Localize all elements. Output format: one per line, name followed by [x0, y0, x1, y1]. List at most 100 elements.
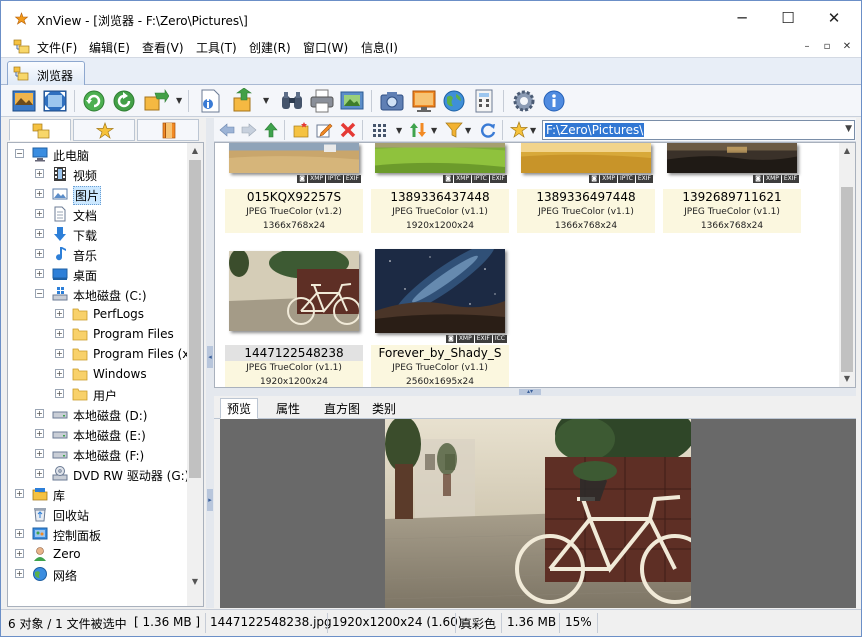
- expand-icon[interactable]: +: [35, 429, 44, 438]
- move-dropdown-icon[interactable]: ▼: [176, 97, 184, 105]
- print-icon[interactable]: [309, 88, 335, 114]
- tab-folders[interactable]: [9, 119, 71, 141]
- tree-item[interactable]: + Windows: [8, 364, 189, 384]
- tree-item[interactable]: + 图片: [8, 184, 189, 205]
- mdi-restore-button[interactable]: ▫: [820, 40, 834, 53]
- minimize-button[interactable]: ─: [719, 1, 765, 35]
- slideshow-icon[interactable]: [339, 88, 365, 114]
- tab-browser[interactable]: 浏览器: [7, 61, 85, 86]
- expand-icon[interactable]: +: [55, 349, 64, 358]
- expand-icon[interactable]: +: [35, 249, 44, 258]
- thumbnail-item[interactable]: ◙ XMP IPTC EXIF 015KQX92257S JPEG TrueColor (…: [225, 143, 363, 235]
- tree-item[interactable]: + DVD RW 驱动器 (G:): [8, 464, 189, 484]
- maximize-button[interactable]: ☐: [765, 1, 811, 35]
- tree-scrollbar[interactable]: ▲ ▼: [187, 143, 203, 606]
- tree-item[interactable]: + 视频: [8, 164, 189, 184]
- settings-icon[interactable]: [511, 88, 537, 114]
- expand-icon[interactable]: +: [15, 549, 24, 558]
- menu-edit[interactable]: 编辑(E): [89, 39, 130, 56]
- filter-dropdown-icon[interactable]: ▼: [465, 126, 471, 135]
- tree-item[interactable]: + 库: [8, 484, 189, 504]
- thumbnail-item[interactable]: ◙ XMP IPTC EXIF 1389336497448 JPEG TrueColor …: [517, 143, 655, 235]
- thumbnail-scrollbar[interactable]: ▲ ▼: [839, 143, 855, 387]
- filter-icon[interactable]: [445, 121, 463, 139]
- tree-item[interactable]: + 本地磁盘 (F:): [8, 444, 189, 464]
- expand-icon[interactable]: +: [35, 469, 44, 478]
- collapse-icon[interactable]: −: [35, 289, 44, 298]
- favorite-star-icon[interactable]: [510, 121, 528, 139]
- splitter-grip-icon[interactable]: ▴▾: [519, 389, 541, 395]
- tree-item[interactable]: + 桌面: [8, 264, 189, 284]
- info-icon[interactable]: [541, 88, 567, 114]
- expand-icon[interactable]: +: [35, 209, 44, 218]
- tree-item[interactable]: + 下载: [8, 224, 189, 244]
- tree-item[interactable]: + 本地磁盘 (E:): [8, 424, 189, 444]
- tree-scroll-thumb[interactable]: [189, 160, 201, 478]
- tree-item[interactable]: + 音乐: [8, 244, 189, 264]
- expand-icon[interactable]: +: [35, 229, 44, 238]
- thumbnail-item[interactable]: ◙ XMP EXIF ICC Forever_by_Shady_S JPEG TrueCo…: [371, 249, 509, 387]
- thumbnail-item[interactable]: 1447122548238 JPEG TrueColor (v1.1) 1920x1…: [225, 249, 363, 387]
- web-icon[interactable]: [441, 88, 467, 114]
- address-dropdown-icon[interactable]: ▼: [845, 124, 852, 134]
- tab-preview[interactable]: 预览: [220, 398, 259, 419]
- expand-icon[interactable]: +: [55, 369, 64, 378]
- tree-item[interactable]: 回收站: [8, 504, 189, 524]
- move-icon[interactable]: [143, 88, 169, 114]
- menu-window[interactable]: 窗口(W): [303, 39, 348, 56]
- tab-categories[interactable]: [137, 119, 199, 141]
- thumbnail-item[interactable]: ◙ XMP EXIF 1392689711621 JPEG TrueColor (v1.…: [663, 143, 801, 235]
- calculator-icon[interactable]: [471, 88, 497, 114]
- mdi-close-button[interactable]: ✕: [840, 40, 854, 53]
- address-bar[interactable]: F:\Zero\Pictures\ ▼: [542, 120, 855, 140]
- scroll-down-icon[interactable]: ▼: [839, 371, 855, 387]
- favorite-dropdown-icon[interactable]: ▼: [530, 126, 536, 135]
- menu-create[interactable]: 创建(R): [249, 39, 291, 56]
- tree-item[interactable]: + Program Files (x86): [8, 344, 189, 364]
- thumbnail-scroll-thumb[interactable]: [841, 187, 853, 372]
- back-arrow-icon[interactable]: [218, 121, 236, 139]
- tab-properties[interactable]: 属性: [269, 398, 307, 419]
- tree-item[interactable]: + Program Files: [8, 324, 189, 344]
- export-dropdown-icon[interactable]: ▼: [263, 97, 271, 105]
- up-folder-icon[interactable]: [262, 121, 280, 139]
- tab-favorites[interactable]: [73, 119, 135, 141]
- delete-icon[interactable]: [339, 121, 357, 139]
- expand-icon[interactable]: +: [15, 489, 24, 498]
- expand-icon[interactable]: +: [35, 189, 44, 198]
- expand-icon[interactable]: +: [15, 529, 24, 538]
- expand-icon[interactable]: +: [15, 569, 24, 578]
- menu-view[interactable]: 查看(V): [142, 39, 184, 56]
- vertical-splitter[interactable]: ◂ ▸: [206, 118, 214, 608]
- camera-icon[interactable]: [379, 88, 405, 114]
- expand-icon[interactable]: +: [35, 169, 44, 178]
- splitter-grip-icon[interactable]: ◂: [207, 346, 213, 368]
- sort-dropdown-icon[interactable]: ▼: [431, 126, 437, 135]
- tab-histogram[interactable]: 直方图: [317, 398, 367, 419]
- properties-icon[interactable]: [197, 88, 223, 114]
- expand-icon[interactable]: +: [55, 309, 64, 318]
- scroll-up-icon[interactable]: ▲: [839, 143, 855, 159]
- tree-item[interactable]: + 控制面板: [8, 524, 189, 544]
- export-icon[interactable]: [231, 88, 257, 114]
- splitter-grip-icon[interactable]: ▸: [207, 489, 213, 511]
- tree-item[interactable]: + 本地磁盘 (D:): [8, 404, 189, 424]
- menu-info[interactable]: 信息(I): [361, 39, 398, 56]
- image-preview[interactable]: [220, 419, 856, 608]
- tree-item[interactable]: + Zero: [8, 544, 189, 564]
- fullscreen-icon[interactable]: [11, 88, 37, 114]
- expand-icon[interactable]: +: [35, 409, 44, 418]
- close-button[interactable]: ✕: [811, 1, 857, 35]
- new-folder-icon[interactable]: [292, 121, 310, 139]
- scroll-down-icon[interactable]: ▼: [187, 574, 203, 590]
- tree-item[interactable]: − 本地磁盘 (C:): [8, 284, 189, 304]
- collapse-icon[interactable]: −: [15, 149, 24, 158]
- rename-icon[interactable]: [315, 121, 333, 139]
- refresh-browser-icon[interactable]: [479, 121, 497, 139]
- binoculars-icon[interactable]: [279, 88, 305, 114]
- horizontal-splitter[interactable]: ▴▾: [214, 388, 856, 396]
- expand-icon[interactable]: +: [35, 269, 44, 278]
- tree-item[interactable]: + 网络: [8, 564, 189, 584]
- tree-item[interactable]: + 文档: [8, 204, 189, 224]
- fit-window-icon[interactable]: [42, 88, 68, 114]
